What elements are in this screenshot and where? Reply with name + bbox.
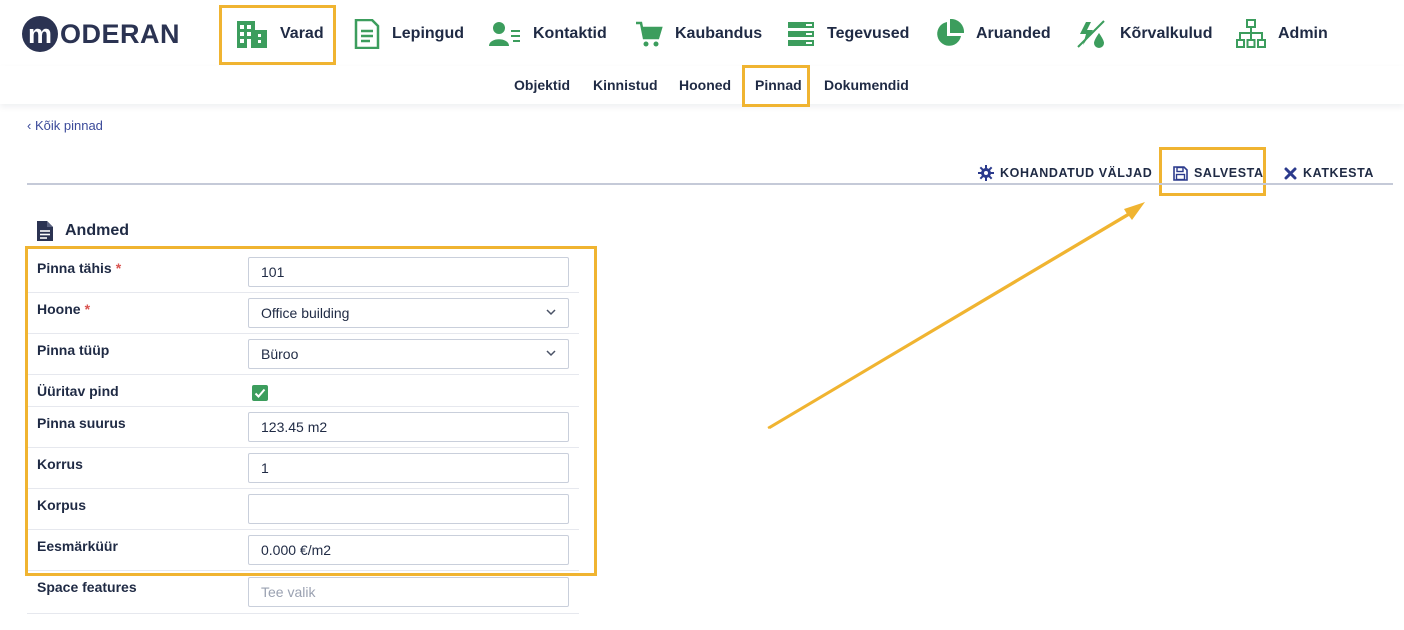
chevron-left-icon: ‹ [27, 118, 32, 133]
nav-item-aruanded[interactable]: Aruanded [934, 14, 1051, 54]
nav-item-kaubandus[interactable]: Kaubandus [635, 14, 762, 54]
subnav-kinnistud[interactable]: Kinnistud [593, 66, 658, 104]
field-label: Space features [37, 579, 137, 595]
highlight-varad [219, 5, 336, 65]
document-icon [354, 19, 380, 49]
nav-item-kontaktid[interactable]: Kontaktid [489, 14, 607, 54]
cart-icon [636, 21, 663, 47]
highlight-save [1159, 147, 1266, 196]
nav-item-admin[interactable]: Admin [1236, 14, 1328, 54]
section-title: Andmed [37, 219, 129, 243]
utilities-icon [1077, 20, 1105, 48]
logo-mark: m [22, 16, 58, 52]
close-icon [1284, 167, 1297, 179]
sub-navigation: Objektid Kinnistud Hooned Pinnad Dokumen… [0, 66, 1404, 104]
form-row-space-features: Space features Tee valik [27, 571, 579, 614]
space-features-select[interactable]: Tee valik [248, 577, 569, 607]
cancel-button[interactable]: KATKESTA [1284, 164, 1374, 182]
subnav-dokumendid[interactable]: Dokumendid [824, 66, 909, 104]
nav-item-lepingud[interactable]: Lepingud [354, 14, 464, 54]
org-chart-icon [1236, 19, 1266, 48]
nav-item-label: Kõrvalkulud [1120, 25, 1213, 42]
top-navigation-bar: m ODERAN Varad Lepingud Kontaktid Kauban… [0, 0, 1404, 67]
nav-item-korvalkulud[interactable]: Kõrvalkulud [1076, 14, 1212, 54]
highlight-form [25, 246, 597, 576]
moderan-logo[interactable]: m ODERAN [22, 12, 180, 56]
toolbar-divider [27, 183, 1393, 185]
custom-fields-label: KOHANDATUD VÄLJAD [1000, 166, 1153, 180]
subnav-objektid[interactable]: Objektid [514, 66, 570, 104]
logo-text: ODERAN [60, 18, 181, 49]
nav-item-label: Admin [1278, 25, 1328, 42]
nav-item-label: Kontaktid [533, 25, 607, 42]
custom-fields-button[interactable]: KOHANDATUD VÄLJAD [978, 164, 1152, 182]
tasks-icon [788, 22, 814, 46]
nav-item-label: Lepingud [392, 25, 464, 42]
nav-item-label: Aruanded [976, 25, 1051, 42]
subnav-hooned[interactable]: Hooned [679, 66, 731, 104]
pie-chart-icon [937, 19, 964, 46]
section-title-text: Andmed [65, 222, 129, 239]
contact-icon [489, 22, 520, 46]
nav-item-label: Kaubandus [675, 25, 763, 42]
nav-item-label: Tegevused [827, 25, 910, 42]
document-icon [37, 221, 53, 241]
cancel-label: KATKESTA [1303, 166, 1374, 180]
gear-icon [978, 165, 994, 181]
highlight-pinnad [742, 65, 810, 107]
nav-item-tegevused[interactable]: Tegevused [787, 14, 909, 54]
back-link[interactable]: ‹ Kõik pinnad [27, 118, 103, 133]
back-link-label: Kõik pinnad [34, 118, 103, 133]
